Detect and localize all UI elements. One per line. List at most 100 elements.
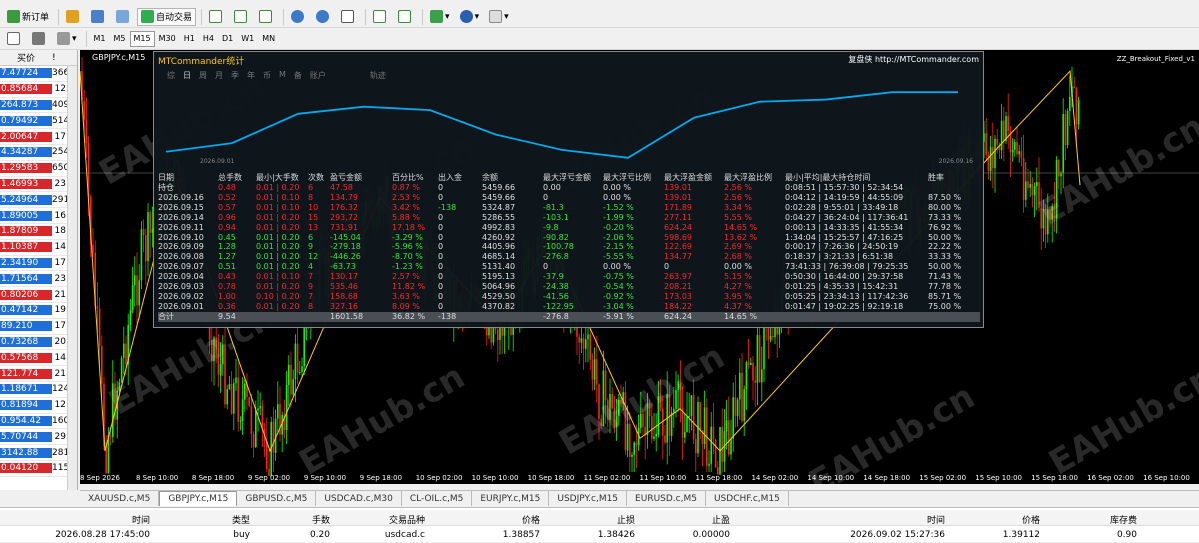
bid-price: 1.18671 (0, 384, 52, 395)
stats-tab[interactable]: 季 (230, 70, 240, 81)
stats-tab[interactable]: 备 (293, 70, 303, 81)
templates-button[interactable]: ▾ (485, 8, 513, 26)
market-watch-row[interactable]: 2.00647 17 (0, 129, 77, 145)
candle-body (992, 147, 994, 169)
market-watch-row[interactable]: 0.85684 12 (0, 82, 77, 98)
market-watch-row[interactable]: 0.47142 19 (0, 303, 77, 319)
candle-body (255, 410, 257, 448)
market-watch-row[interactable]: 0.79492 514 (0, 113, 77, 130)
market-watch-row[interactable]: 0.57568 14 (0, 350, 77, 367)
tile-windows-button[interactable] (337, 8, 360, 26)
chart-shift-button[interactable] (369, 8, 392, 26)
timeframe-m5[interactable]: M5 (110, 31, 130, 47)
stats-cell: 73:41:33 | 76:39:08 | 79:25:35 (785, 262, 909, 272)
market-watch-row[interactable]: 4.34287 254 (0, 145, 77, 161)
stats-cell: 0.87 % (392, 183, 420, 192)
candle-chart-button[interactable] (230, 8, 253, 26)
zoom-in-button[interactable] (287, 8, 310, 26)
stats-cell: 158.68 (330, 291, 358, 301)
market-watch-row[interactable]: 1.71564 23 (0, 271, 77, 288)
stats-cell: 0.00 % (603, 183, 631, 192)
stats-cell: 293.72 (330, 212, 358, 222)
stats-tab[interactable]: 综 (166, 70, 176, 81)
tag-button[interactable] (62, 8, 85, 26)
stats-tab[interactable]: M (278, 70, 287, 81)
stats-tab[interactable]: 日 (182, 70, 192, 81)
market-watch-row[interactable]: 1.29583 650 (0, 161, 77, 177)
chart-tab[interactable]: USDCHF.c,M15 (706, 491, 789, 506)
market-watch-row[interactable]: 1.87809 18 (0, 224, 77, 240)
market-watch-row[interactable]: 7.47724 366 (0, 66, 77, 82)
candle-body (149, 212, 151, 233)
chart-tab[interactable]: EURUSD.c,M5 (627, 491, 706, 506)
stats-tab[interactable]: 币 (262, 70, 272, 81)
stats-cell: 4.27 % (724, 282, 752, 292)
chart-tab[interactable]: USDJPY.c,M15 (549, 491, 628, 506)
candle-body (1016, 142, 1018, 155)
chart-tab[interactable]: CL-OIL.c,M5 (402, 491, 473, 506)
timeframe-h4[interactable]: H4 (199, 31, 218, 47)
market-watch-row[interactable]: 5.70744 29 (0, 429, 77, 446)
stats-cell: 0:04:12 | 14:19:59 | 44:55:09 (785, 192, 904, 202)
stats-tab[interactable]: 周 (198, 70, 208, 81)
timeframe-m15[interactable]: M15 (129, 30, 155, 47)
cursor-button[interactable] (3, 30, 26, 48)
bid-price: 1.10387 (0, 242, 52, 253)
users-button[interactable] (87, 8, 110, 26)
timeframe-h1[interactable]: H1 (180, 31, 199, 47)
chart-tab[interactable]: EURJPY.c,M15 (472, 491, 550, 506)
chart-tab[interactable]: GBPUSD.c,M5 (237, 491, 317, 506)
market-watch-row[interactable]: 0.73268 20 (0, 335, 77, 351)
stats-tab[interactable]: 年 (246, 70, 256, 81)
stats-panel-link[interactable]: 复盘侠 http://MTCommander.com (848, 54, 979, 65)
stats-cell: 2026.09.08 (158, 252, 204, 262)
timeframe-m1[interactable]: M1 (90, 31, 110, 47)
periods-button[interactable]: ▾ (456, 8, 484, 26)
keyboard-button[interactable] (28, 30, 51, 48)
terminal-order-row[interactable]: 2026.08.28 17:45:00 buy 0.20 usdcad.c 1.3885… (0, 527, 1199, 543)
auto-trading-button[interactable]: 自动交易 (137, 7, 197, 26)
market-watch-scrollbar[interactable] (67, 66, 77, 490)
market-watch-row[interactable]: 3142.88 2818 (0, 445, 77, 461)
market-watch-row[interactable]: 0.81894 12 (0, 398, 77, 414)
market-watch-row[interactable]: 0.80206 21 (0, 287, 77, 303)
chart-tab[interactable]: XAUUSD.c,M5 (80, 491, 160, 506)
timeframe-d1[interactable]: D1 (218, 31, 237, 47)
line-chart-button[interactable] (255, 8, 278, 26)
market-watch-row[interactable]: 1.10387 14 (0, 240, 77, 256)
chart-tab[interactable]: GBPJPY.c,M15 (159, 491, 238, 506)
timeframe-m30[interactable]: M30 (155, 31, 180, 47)
market-watch-row[interactable]: 0.04120 1150 (0, 461, 77, 477)
stats-cell: 0 (438, 232, 444, 242)
terminal-button[interactable] (112, 8, 135, 26)
bar-chart-button[interactable] (205, 8, 228, 26)
chart-tab[interactable]: USDCAD.c,M30 (316, 491, 402, 506)
market-watch-row[interactable]: 264.873 409 (0, 98, 77, 114)
stats-tab[interactable]: 月 (214, 70, 224, 81)
bid-column-header[interactable]: 买价 (0, 51, 52, 64)
objects-button[interactable]: ▾ (53, 30, 81, 48)
stats-tab[interactable]: 账户 (309, 70, 327, 81)
market-watch-row[interactable]: 121.774 21 (0, 366, 77, 382)
market-watch-row[interactable]: 89.210 17 (0, 319, 77, 335)
market-watch-row[interactable]: 2.34190 17 (0, 256, 77, 272)
candle-body (1075, 87, 1078, 125)
market-watch-row[interactable]: 5.24964 2917 (0, 192, 77, 209)
timeframe-w1[interactable]: W1 (237, 31, 258, 47)
indicators-button[interactable]: ▾ (426, 8, 454, 26)
timeframe-mn[interactable]: MN (258, 31, 279, 47)
bid-price: 0.85684 (0, 84, 52, 95)
bid-price: 2.34190 (0, 257, 52, 268)
market-watch-row[interactable]: 1.89005 16 (0, 208, 77, 224)
spread-column-header[interactable]: ! (52, 53, 56, 63)
stats-cell: 0 (664, 262, 670, 272)
terminal-column-header: 类型 (231, 516, 250, 526)
autoscroll-button[interactable] (394, 8, 417, 26)
stats-tab[interactable]: 轨迹 (369, 70, 387, 81)
market-watch-row[interactable]: 1.46993 23 (0, 177, 77, 193)
market-watch-row[interactable]: 0.954.42 160 (0, 414, 77, 430)
zoom-out-button[interactable] (312, 8, 335, 26)
market-watch-row[interactable]: 1.18671 124 (0, 382, 77, 398)
spread-value: 14 (52, 242, 66, 253)
new-order-button[interactable]: 新订单 (3, 8, 53, 26)
